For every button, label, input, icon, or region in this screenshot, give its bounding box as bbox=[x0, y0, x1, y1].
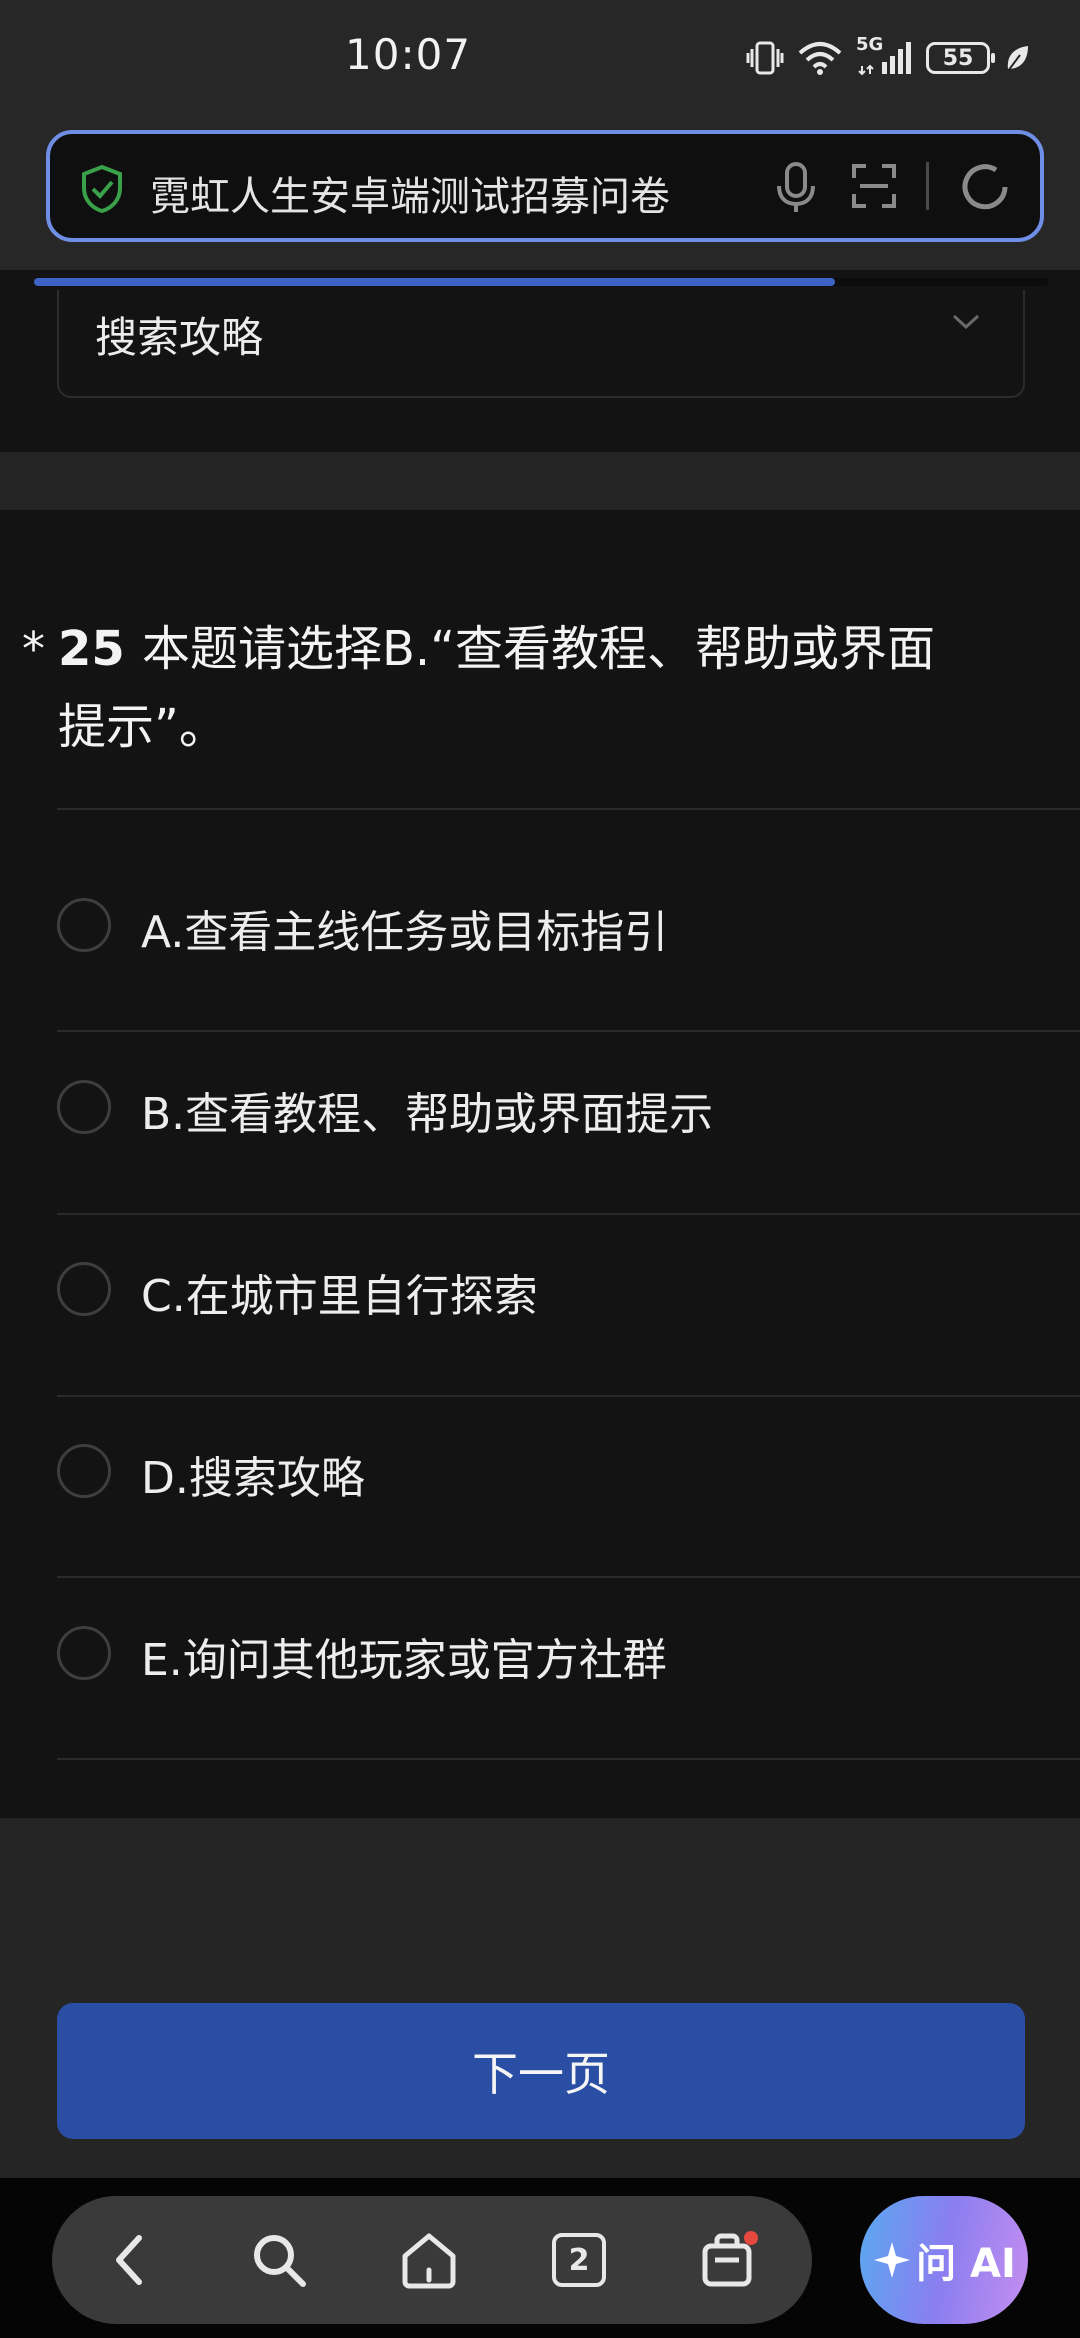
radio-button[interactable] bbox=[57, 898, 111, 952]
wifi-icon bbox=[798, 41, 842, 75]
answer-dropdown[interactable]: 搜索攻略 bbox=[57, 290, 1025, 398]
status-bar: 10:07 5G 55 bbox=[0, 0, 1080, 120]
status-icons: 5G 55 bbox=[746, 34, 1030, 80]
briefcase-icon bbox=[702, 2231, 758, 2287]
section-separator bbox=[0, 452, 1080, 510]
question-title: * 25 本题请选择B.“查看教程、帮助或界面 提示”。 bbox=[22, 610, 1022, 766]
search-button[interactable] bbox=[224, 2196, 334, 2324]
back-button[interactable] bbox=[74, 2196, 184, 2324]
address-bar-separator bbox=[926, 162, 929, 210]
page-load-progress bbox=[34, 278, 1048, 286]
signal-5g-icon: 5G bbox=[856, 34, 912, 76]
option-e[interactable]: E.询问其他玩家或官方社群 bbox=[57, 1568, 1080, 1748]
status-time: 10:07 bbox=[345, 30, 472, 79]
tab-count-icon: 2 bbox=[552, 2233, 606, 2287]
back-arrow-icon bbox=[116, 2235, 142, 2285]
option-c[interactable]: C.在城市里自行探索 bbox=[57, 1204, 1080, 1384]
tabs-button[interactable]: 2 bbox=[524, 2196, 634, 2324]
secure-shield-icon bbox=[80, 164, 124, 218]
leaf-icon bbox=[1004, 43, 1030, 73]
divider bbox=[57, 1758, 1080, 1760]
page-load-progress-fill bbox=[34, 278, 836, 286]
option-label: A.查看主线任务或目标指引 bbox=[141, 907, 669, 958]
ask-ai-label: 问 AI bbox=[916, 2241, 1016, 2287]
home-button[interactable] bbox=[374, 2196, 484, 2324]
option-label: E.询问其他玩家或官方社群 bbox=[141, 1635, 667, 1686]
option-label: C.在城市里自行探索 bbox=[141, 1271, 538, 1322]
divider bbox=[57, 808, 1080, 810]
question-text-line2: 提示”。 bbox=[58, 699, 227, 755]
scan-icon[interactable] bbox=[850, 162, 898, 214]
question-number: 25 bbox=[58, 621, 125, 677]
radio-button[interactable] bbox=[57, 1626, 111, 1680]
ask-ai-button[interactable]: 问 AI bbox=[860, 2196, 1028, 2324]
network-type: 5G bbox=[856, 34, 884, 55]
refresh-icon[interactable] bbox=[958, 160, 1012, 218]
question-text-line1: 本题请选择B.“查看教程、帮助或界面 bbox=[142, 621, 936, 677]
previous-question-card: 搜索攻略 bbox=[0, 290, 1080, 452]
option-a[interactable]: A.查看主线任务或目标指引 bbox=[57, 840, 1080, 1020]
option-b[interactable]: B.查看教程、帮助或界面提示 bbox=[57, 1022, 1080, 1202]
search-icon bbox=[254, 2235, 306, 2287]
radio-button[interactable] bbox=[57, 1080, 111, 1134]
battery-indicator: 55 bbox=[926, 42, 995, 74]
radio-button[interactable] bbox=[57, 1444, 111, 1498]
sparkle-icon bbox=[874, 2242, 911, 2278]
option-label: D.搜索攻略 bbox=[141, 1453, 365, 1504]
bottom-navigation: 2 问 AI bbox=[0, 2178, 1080, 2338]
required-mark: * bbox=[22, 622, 45, 676]
option-d[interactable]: D.搜索攻略 bbox=[57, 1386, 1080, 1566]
chevron-down-icon bbox=[951, 312, 981, 336]
vibrate-icon bbox=[746, 40, 784, 76]
address-bar[interactable]: 霓虹人生安卓端测试招募问卷 bbox=[46, 130, 1044, 242]
dropdown-selected-value: 搜索攻略 bbox=[95, 313, 264, 362]
microphone-icon[interactable] bbox=[774, 160, 818, 220]
browser-toolbar: 霓虹人生安卓端测试招募问卷 bbox=[0, 120, 1080, 286]
option-label: B.查看教程、帮助或界面提示 bbox=[141, 1089, 714, 1140]
menu-button[interactable] bbox=[674, 2196, 784, 2324]
radio-button[interactable] bbox=[57, 1262, 111, 1316]
next-page-button[interactable]: 下一页 bbox=[57, 2003, 1025, 2139]
home-icon bbox=[402, 2233, 456, 2289]
question-card: * 25 本题请选择B.“查看教程、帮助或界面 提示”。 A.查看主线任务或目标… bbox=[0, 510, 1080, 1818]
page-title-url[interactable]: 霓虹人生安卓端测试招募问卷 bbox=[150, 164, 800, 222]
nav-pill: 2 bbox=[52, 2196, 812, 2324]
